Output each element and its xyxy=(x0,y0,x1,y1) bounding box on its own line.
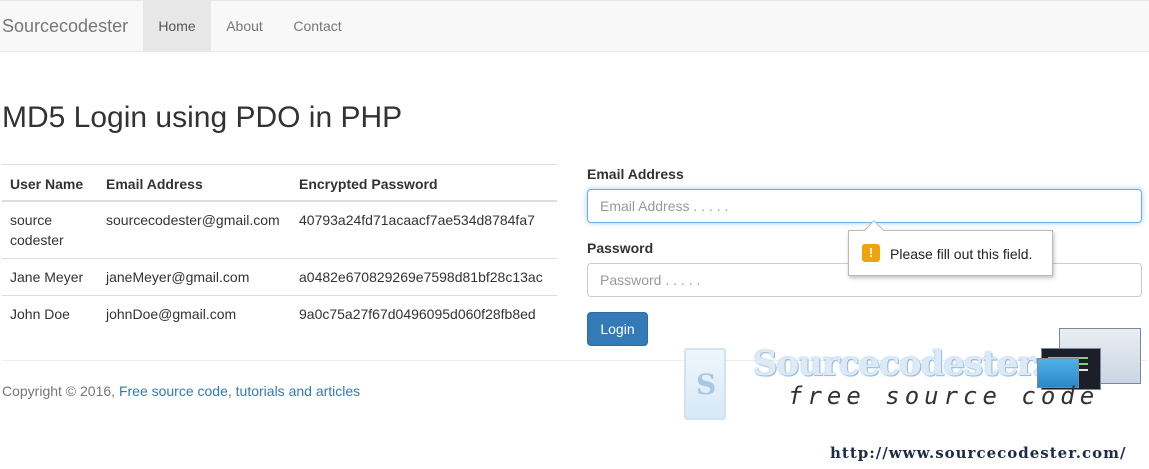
users-table: User Name Email Address Encrypted Passwo… xyxy=(2,164,557,332)
nav-item-home[interactable]: Home xyxy=(143,1,211,51)
watermark-logo-icon xyxy=(684,348,726,420)
cell-encrypted-password: a0482e670829269e7598d81bf28c13ac xyxy=(291,258,557,296)
cell-encrypted-password: 40793a24fd71acaacf7ae534d8784fa7 xyxy=(291,200,557,259)
watermark: Sourcecodester.com free source code http… xyxy=(675,326,1149,469)
navbar: Sourcecodester Home About Contact xyxy=(0,0,1149,52)
cell-user-name: source codester xyxy=(2,200,98,259)
cell-user-name: John Doe xyxy=(2,295,98,332)
validation-tooltip: ! Please fill out this field. xyxy=(848,220,1053,276)
footer: Copyright © 2016, Free source code, tuto… xyxy=(2,383,360,399)
table-header-row: User Name Email Address Encrypted Passwo… xyxy=(2,164,557,202)
email-field[interactable] xyxy=(587,189,1142,223)
footer-link[interactable]: Free source code, tutorials and articles xyxy=(119,383,360,399)
watermark-subtitle: free source code xyxy=(788,382,1100,410)
tooltip-arrow xyxy=(864,220,884,240)
column-header-encrypted-password: Encrypted Password xyxy=(291,164,557,202)
cell-encrypted-password: 9a0c75a27f67d0496095d060f28fb8ed xyxy=(291,295,557,332)
nav-item-contact[interactable]: Contact xyxy=(278,1,357,51)
column-header-email: Email Address xyxy=(98,164,291,202)
password-label: Password xyxy=(587,240,654,256)
table-row: source codester sourcecodester@gmail.com… xyxy=(2,200,557,259)
column-header-user-name: User Name xyxy=(2,164,98,202)
cell-email: johnDoe@gmail.com xyxy=(98,295,291,332)
table-row: John Doe johnDoe@gmail.com 9a0c75a27f67d… xyxy=(2,295,557,332)
cell-user-name: Jane Meyer xyxy=(2,258,98,296)
page-title: MD5 Login using PDO in PHP xyxy=(2,101,403,134)
email-label: Email Address xyxy=(587,166,684,182)
copyright-text: Copyright © 2016, xyxy=(2,383,119,399)
table-row: Jane Meyer janeMeyer@gmail.com a0482e670… xyxy=(2,258,557,296)
warning-icon: ! xyxy=(862,244,880,262)
nav-item-about[interactable]: About xyxy=(211,1,278,51)
watermark-url: http://www.sourcecodester.com/ xyxy=(830,444,1127,462)
navbar-brand[interactable]: Sourcecodester xyxy=(2,1,128,51)
validation-message: Please fill out this field. xyxy=(890,246,1033,262)
login-button[interactable]: Login xyxy=(587,312,648,346)
user-name-text: source codester xyxy=(10,212,64,248)
cell-email: sourcecodester@gmail.com xyxy=(98,200,291,259)
cell-email: janeMeyer@gmail.com xyxy=(98,258,291,296)
